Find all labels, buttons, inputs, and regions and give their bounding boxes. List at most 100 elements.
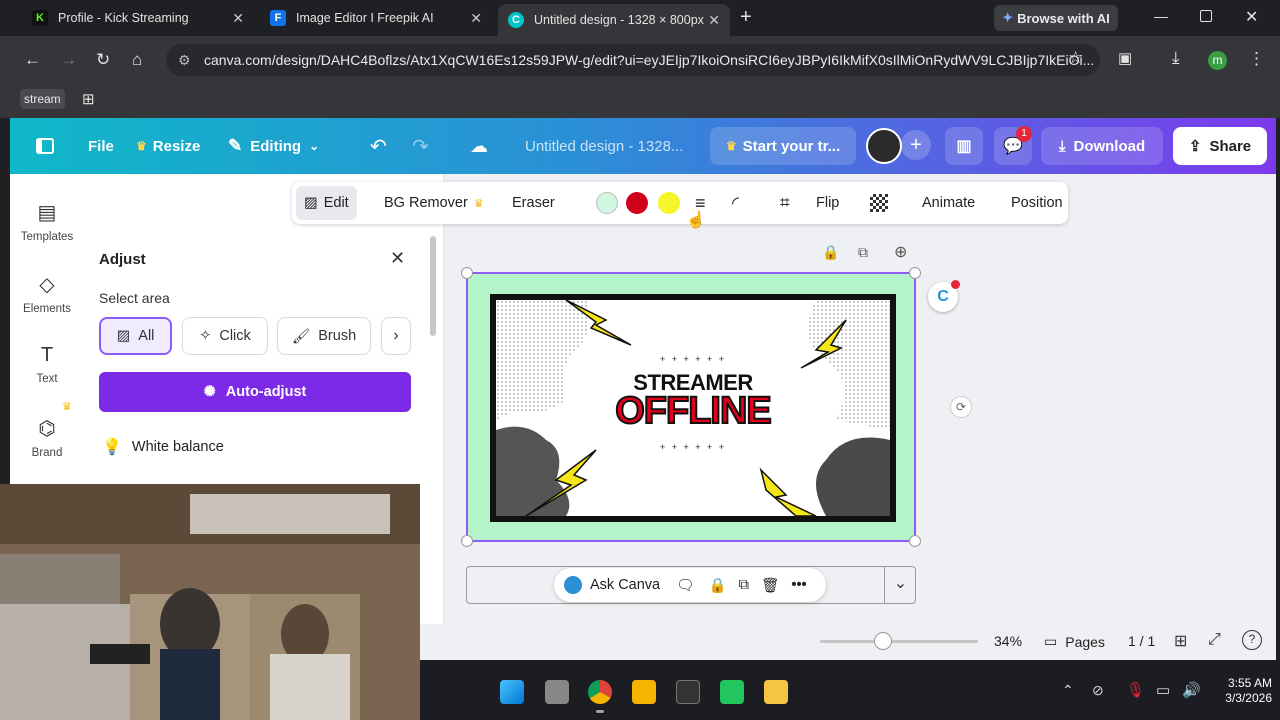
crop-icon[interactable]: ⌗ bbox=[780, 182, 790, 224]
grid-view-icon[interactable]: ⊞ bbox=[1174, 631, 1187, 651]
download-button[interactable]: ⤓ Download bbox=[1041, 127, 1163, 165]
area-click-button[interactable]: ✧ Click bbox=[182, 317, 268, 355]
reload-icon[interactable]: ↻ bbox=[96, 50, 110, 70]
download-icon[interactable]: ⤓ bbox=[1172, 48, 1180, 68]
fullscreen-icon[interactable]: ⤢ bbox=[1208, 631, 1221, 649]
sidebar-toggle-icon[interactable] bbox=[36, 118, 54, 174]
chevron-down-icon[interactable]: ⌄ bbox=[884, 566, 916, 604]
swatch-red[interactable] bbox=[626, 192, 648, 214]
bookmark-stream[interactable]: stream bbox=[20, 89, 65, 109]
editing-dropdown[interactable]: ✎ Editing ⌄ bbox=[228, 118, 319, 174]
resize-button[interactable]: ♛ Resize bbox=[136, 118, 200, 174]
close-tab-icon[interactable]: ✕ bbox=[708, 12, 720, 29]
rockstar-icon[interactable] bbox=[632, 680, 656, 704]
zoom-slider-thumb[interactable] bbox=[873, 632, 892, 650]
add-page-icon[interactable]: ⊕ bbox=[894, 242, 907, 262]
rail-text[interactable]: T Text bbox=[10, 344, 84, 385]
chevron-right-icon[interactable]: › bbox=[381, 317, 411, 355]
corner-rounding-icon[interactable]: ◜ bbox=[732, 182, 739, 224]
area-all-button[interactable]: ▨ All bbox=[99, 317, 172, 355]
transparency-icon[interactable] bbox=[870, 182, 888, 224]
duplicate-icon[interactable]: ⧉ bbox=[739, 577, 749, 593]
apps-grid-icon[interactable]: ⊞ bbox=[82, 90, 95, 108]
close-panel-icon[interactable]: ✕ bbox=[390, 248, 405, 269]
white-balance-row[interactable]: 💡 White balance bbox=[102, 437, 224, 457]
bookmark-star-icon[interactable]: ☆ bbox=[1068, 48, 1083, 68]
tab-kick[interactable]: K Profile - Kick Streaming ✕ bbox=[22, 4, 254, 32]
close-tab-icon[interactable]: ✕ bbox=[470, 10, 482, 27]
more-icon[interactable]: ••• bbox=[791, 577, 806, 593]
start-icon[interactable] bbox=[500, 680, 524, 704]
tray-chevron-icon[interactable]: ⌃ bbox=[1062, 682, 1074, 699]
selected-image-frame[interactable]: + + + + + + STREAMER OFFLINE + + + + + + bbox=[461, 267, 921, 547]
network-off-icon[interactable]: ⊘ bbox=[1092, 682, 1104, 699]
profile-avatar[interactable]: m bbox=[1208, 51, 1227, 70]
rail-brand[interactable]: ⌬ Brand bbox=[10, 416, 84, 459]
delete-icon[interactable]: 🗑 bbox=[761, 577, 779, 594]
resize-handle[interactable] bbox=[461, 535, 473, 547]
rotate-icon[interactable]: ⟳ bbox=[950, 396, 972, 418]
zoom-value[interactable]: 34% bbox=[994, 633, 1022, 649]
back-icon[interactable]: ← bbox=[24, 50, 41, 70]
lock-icon[interactable]: 🔒 bbox=[822, 244, 839, 261]
edit-button[interactable]: ▨ Edit bbox=[296, 186, 357, 220]
quick-actions-bar: Ask Canva 🗨 🔒 ⧉ 🗑 ••• bbox=[554, 568, 826, 602]
forward-icon[interactable]: → bbox=[60, 50, 77, 70]
bg-remover-button[interactable]: BG Remover ♛ bbox=[384, 182, 484, 224]
url-field[interactable]: ⚙ canva.com/design/DAHC4Boflzs/Atx1XqCW1… bbox=[166, 44, 1100, 76]
close-tab-icon[interactable]: ✕ bbox=[232, 10, 244, 27]
tab-freepik[interactable]: F Image Editor I Freepik AI ✕ bbox=[260, 4, 492, 32]
display-icon[interactable]: ▭ bbox=[1156, 681, 1170, 699]
add-collaborator-icon[interactable]: + bbox=[901, 130, 931, 160]
animate-button[interactable]: Animate bbox=[922, 182, 975, 224]
swatch-yellow[interactable] bbox=[658, 192, 680, 214]
cloud-saved-icon[interactable]: ☁ bbox=[470, 118, 488, 174]
resize-handle[interactable] bbox=[909, 267, 921, 279]
pages-button[interactable]: ▭ Pages bbox=[1044, 633, 1105, 650]
start-trial-button[interactable]: ♛ Start your tr... bbox=[710, 127, 856, 165]
cast-icon[interactable]: ▣ bbox=[1118, 49, 1132, 67]
clock[interactable]: 3:55 AM 3/3/2026 bbox=[1212, 676, 1272, 706]
kick-app-icon[interactable] bbox=[720, 680, 744, 704]
analytics-icon[interactable]: ▥ bbox=[945, 127, 983, 165]
area-brush-button[interactable]: 🖌 Brush bbox=[277, 317, 371, 355]
tab-canva[interactable]: C Untitled design - 1328 × 800px ✕ bbox=[498, 4, 730, 36]
file-explorer-icon[interactable] bbox=[764, 680, 788, 704]
minimize-icon[interactable]: — bbox=[1154, 8, 1168, 24]
rail-templates[interactable]: ▤ Templates bbox=[10, 200, 84, 243]
epic-games-icon[interactable] bbox=[676, 680, 700, 704]
zoom-track[interactable] bbox=[820, 640, 978, 643]
rail-elements[interactable]: ◇ Elements bbox=[10, 272, 84, 315]
volume-icon[interactable]: 🔊 bbox=[1182, 681, 1201, 699]
swatch-mint[interactable] bbox=[596, 192, 618, 214]
resize-handle[interactable] bbox=[909, 535, 921, 547]
share-button[interactable]: ⇪ Share bbox=[1173, 127, 1267, 165]
menu-kebab-icon[interactable]: ⋮ bbox=[1248, 49, 1265, 69]
avatar[interactable] bbox=[866, 128, 902, 164]
flip-button[interactable]: Flip bbox=[816, 182, 839, 224]
browse-with-ai-button[interactable]: ✦ Browse with AI bbox=[994, 5, 1118, 31]
redo-icon[interactable]: ↷ bbox=[412, 118, 429, 174]
ask-canva-button[interactable]: Ask Canva bbox=[590, 577, 660, 593]
file-menu[interactable]: File bbox=[88, 118, 114, 174]
comment-add-icon[interactable]: 🗨 bbox=[676, 577, 694, 594]
undo-icon[interactable]: ↶ bbox=[370, 118, 387, 174]
document-title[interactable]: Untitled design - 1328... bbox=[525, 118, 683, 174]
duplicate-icon[interactable]: ⧉ bbox=[858, 244, 868, 261]
home-icon[interactable]: ⌂ bbox=[132, 50, 142, 70]
task-view-icon[interactable] bbox=[545, 680, 569, 704]
site-info-icon[interactable]: ⚙ bbox=[178, 44, 191, 76]
eraser-button[interactable]: Eraser bbox=[512, 182, 555, 224]
help-icon[interactable]: ? bbox=[1242, 630, 1262, 650]
clock-time: 3:55 AM bbox=[1227, 676, 1272, 690]
auto-adjust-button[interactable]: ✺ Auto-adjust bbox=[99, 372, 411, 412]
new-tab-icon[interactable]: + bbox=[740, 6, 752, 29]
microphone-icon[interactable]: 🎙 bbox=[1126, 681, 1145, 699]
chrome-icon[interactable] bbox=[588, 680, 612, 704]
lock-icon[interactable]: 🔒 bbox=[709, 577, 727, 594]
maximize-icon[interactable] bbox=[1200, 10, 1212, 22]
panel-scrollbar[interactable] bbox=[430, 236, 436, 336]
resize-handle[interactable] bbox=[461, 267, 473, 279]
close-window-icon[interactable]: ✕ bbox=[1245, 7, 1258, 27]
position-button[interactable]: Position bbox=[1011, 182, 1063, 224]
